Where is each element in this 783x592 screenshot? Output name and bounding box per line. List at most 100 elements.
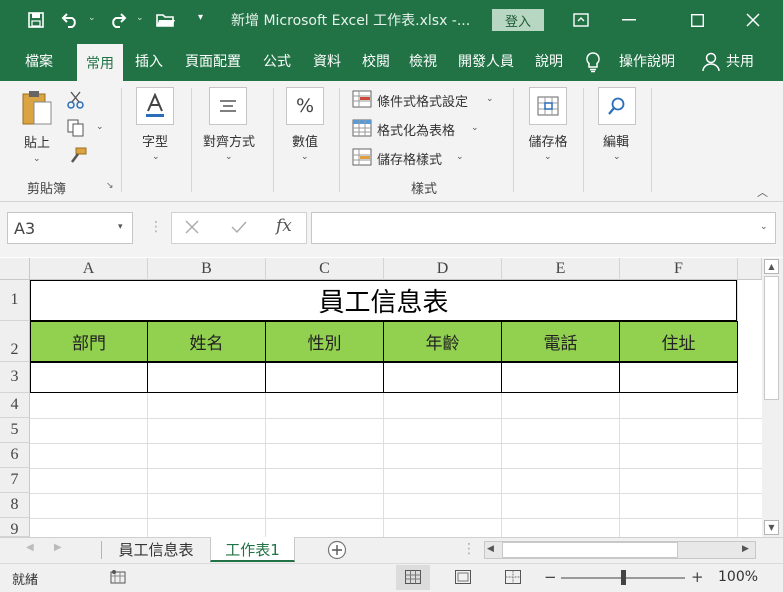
header-cell-gender[interactable]: 性別: [265, 321, 384, 362]
tab-split-grip-icon[interactable]: ⋮: [462, 541, 476, 557]
minimize-button[interactable]: [614, 8, 644, 32]
undo-dropdown-icon[interactable]: ⌄: [88, 13, 96, 23]
tab-view[interactable]: 檢視: [402, 41, 444, 81]
zoom-out-button[interactable]: −: [544, 568, 557, 586]
cell-styles-icon[interactable]: [352, 148, 372, 170]
row-header-4[interactable]: 4: [0, 393, 30, 418]
cell-styles-dropdown-icon[interactable]: ⌄: [456, 152, 464, 162]
format-painter-icon[interactable]: [68, 146, 88, 168]
tab-help[interactable]: 說明: [528, 41, 570, 81]
number-dropdown-icon[interactable]: ⌄: [301, 152, 309, 162]
font-dropdown-icon[interactable]: ⌄: [152, 152, 160, 162]
undo-icon[interactable]: [60, 10, 80, 30]
conditional-formatting-dropdown-icon[interactable]: ⌄: [486, 94, 494, 104]
conditional-formatting-button[interactable]: 條件式格式設定: [377, 91, 468, 110]
copy-dropdown-icon[interactable]: ⌄: [96, 122, 104, 132]
alignment-dropdown-icon[interactable]: ⌄: [225, 152, 233, 162]
name-box[interactable]: A3: [7, 212, 133, 244]
font-button[interactable]: 字型: [131, 131, 179, 150]
sheet-tab-sheet1[interactable]: 工作表1: [212, 537, 293, 561]
zoom-level[interactable]: 100%: [718, 569, 758, 585]
cell-a3[interactable]: [30, 362, 148, 393]
cell-styles-button[interactable]: 儲存格樣式: [377, 149, 442, 168]
percent-icon[interactable]: %: [286, 87, 324, 125]
maximize-button[interactable]: [682, 8, 712, 32]
tab-developer[interactable]: 開發人員: [452, 41, 520, 81]
open-folder-icon[interactable]: [156, 10, 176, 30]
save-icon[interactable]: [26, 10, 46, 30]
zoom-in-button[interactable]: +: [691, 568, 704, 586]
tab-review[interactable]: 校閱: [355, 41, 397, 81]
scroll-up-icon[interactable]: ▲: [764, 259, 779, 274]
cell-b3[interactable]: [147, 362, 266, 393]
macro-record-icon[interactable]: [110, 569, 126, 589]
alignment-button[interactable]: 對齊方式: [196, 131, 262, 150]
scroll-left-icon[interactable]: ◀: [487, 544, 494, 554]
copy-icon[interactable]: [66, 118, 86, 142]
paste-button[interactable]: 貼上: [19, 132, 55, 151]
column-header-g[interactable]: [738, 258, 762, 280]
lightbulb-icon[interactable]: [584, 51, 602, 77]
cell-d3[interactable]: [383, 362, 502, 393]
zoom-slider-thumb[interactable]: [621, 570, 626, 585]
vertical-scroll-thumb[interactable]: [764, 276, 779, 400]
cell-c3[interactable]: [265, 362, 384, 393]
share-button[interactable]: 共用: [722, 41, 758, 81]
ribbon-display-options-icon[interactable]: [566, 8, 596, 32]
add-sheet-icon[interactable]: [327, 540, 347, 564]
tab-page-layout[interactable]: 頁面配置: [179, 41, 247, 81]
expand-formula-bar-icon[interactable]: ⌄: [760, 222, 768, 232]
header-cell-age[interactable]: 年齡: [383, 321, 502, 362]
row-header-7[interactable]: 7: [0, 468, 30, 493]
sheet-tab-employees[interactable]: 員工信息表: [106, 537, 206, 561]
column-header-f[interactable]: F: [620, 258, 738, 280]
cells-button[interactable]: 儲存格: [523, 131, 573, 150]
normal-view-icon[interactable]: [405, 570, 421, 588]
next-sheet-icon[interactable]: ▶: [54, 542, 62, 553]
column-header-d[interactable]: D: [384, 258, 502, 280]
row-header-6[interactable]: 6: [0, 443, 30, 468]
scroll-right-icon[interactable]: ▶: [742, 544, 749, 554]
paste-dropdown-icon[interactable]: ⌄: [33, 154, 41, 164]
format-as-table-dropdown-icon[interactable]: ⌄: [471, 123, 479, 133]
page-break-view-icon[interactable]: [505, 570, 521, 588]
tab-insert[interactable]: 插入: [128, 41, 170, 81]
row-header-8[interactable]: 8: [0, 493, 30, 518]
alignment-icon[interactable]: [209, 87, 247, 125]
redo-dropdown-icon[interactable]: ⌄: [136, 13, 144, 23]
font-icon[interactable]: [136, 87, 174, 125]
cancel-icon[interactable]: [184, 219, 200, 239]
collapse-ribbon-icon[interactable]: ︿: [757, 184, 768, 200]
scroll-down-icon[interactable]: ▼: [764, 520, 779, 535]
header-cell-name[interactable]: 姓名: [147, 321, 266, 362]
title-cell[interactable]: 員工信息表: [30, 280, 737, 321]
horizontal-scroll-thumb[interactable]: [502, 542, 678, 558]
tab-data[interactable]: 資料: [306, 41, 348, 81]
cell-f3[interactable]: [619, 362, 738, 393]
dialog-launcher-icon[interactable]: ↘: [106, 181, 114, 191]
column-header-a[interactable]: A: [30, 258, 148, 280]
close-button[interactable]: [738, 8, 768, 32]
editing-dropdown-icon[interactable]: ⌄: [613, 152, 621, 162]
page-layout-view-icon[interactable]: [455, 570, 471, 588]
clipboard-icon[interactable]: [20, 88, 54, 134]
search-icon[interactable]: [598, 87, 636, 125]
cell-e3[interactable]: [501, 362, 620, 393]
select-all-corner[interactable]: [0, 258, 30, 280]
header-cell-department[interactable]: 部門: [30, 321, 148, 362]
format-as-table-button[interactable]: 格式化為表格: [377, 120, 455, 139]
tab-file[interactable]: 檔案: [16, 41, 62, 81]
redo-icon[interactable]: [108, 10, 128, 30]
tab-formulas[interactable]: 公式: [256, 41, 298, 81]
name-box-dropdown-icon[interactable]: ▾: [118, 222, 123, 232]
insert-function-button[interactable]: fx: [276, 216, 292, 236]
column-header-c[interactable]: C: [266, 258, 384, 280]
cells-icon[interactable]: [529, 87, 567, 125]
customize-toolbar-icon[interactable]: ▾: [198, 12, 203, 23]
row-header-3[interactable]: 3: [0, 362, 30, 393]
prev-sheet-icon[interactable]: ◀: [26, 542, 34, 553]
tab-home[interactable]: 常用: [77, 44, 123, 81]
format-as-table-icon[interactable]: [352, 119, 372, 141]
sign-in-button[interactable]: 登入: [492, 9, 544, 31]
tell-me-search[interactable]: 操作說明: [614, 41, 680, 81]
